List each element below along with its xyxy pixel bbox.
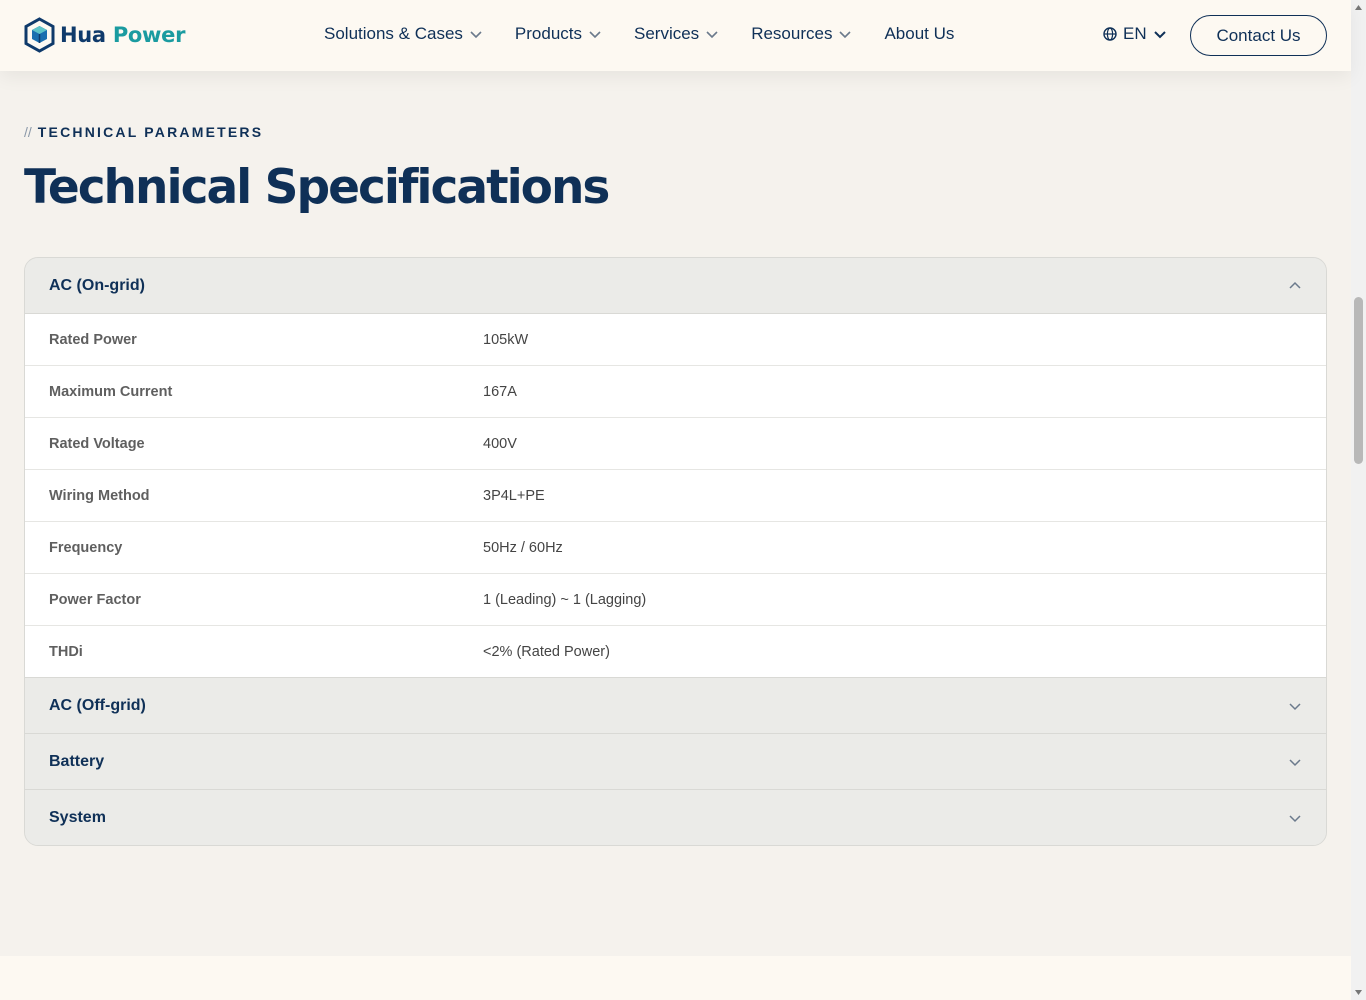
brand-logo[interactable]: Hua Power bbox=[23, 17, 185, 53]
chevron-down-icon bbox=[470, 31, 482, 39]
spec-value: <2% (Rated Power) bbox=[483, 643, 610, 660]
specs-accordion: AC (On-grid) Rated Power 105kW Maximum C… bbox=[24, 257, 1327, 846]
spec-row: Wiring Method 3P4L+PE bbox=[25, 470, 1326, 522]
spec-label: Rated Voltage bbox=[49, 435, 145, 452]
spec-value: 105kW bbox=[483, 331, 529, 348]
accordion-header-ac-on-grid[interactable]: AC (On-grid) bbox=[25, 258, 1326, 314]
accordion-title: Battery bbox=[49, 752, 105, 770]
accordion-title: AC (Off-grid) bbox=[49, 696, 146, 714]
hexagon-cube-logo-icon bbox=[24, 17, 55, 53]
eyebrow-text: TECHNICAL PARAMETERS bbox=[37, 124, 264, 140]
site-header: Hua Power Solutions & Cases Products Ser… bbox=[0, 0, 1351, 71]
section-eyebrow: // TECHNICAL PARAMETERS bbox=[24, 124, 263, 140]
spec-row: Power Factor 1 (Leading) ~ 1 (Lagging) bbox=[25, 574, 1326, 626]
chevron-down-icon bbox=[706, 31, 718, 39]
scroll-up-arrow-icon[interactable] bbox=[1354, 4, 1363, 12]
spec-value: 1 (Leading) ~ 1 (Lagging) bbox=[483, 591, 647, 608]
spec-value: 50Hz / 60Hz bbox=[483, 539, 563, 556]
spec-label: Wiring Method bbox=[49, 487, 150, 504]
spec-value: 167A bbox=[483, 383, 517, 400]
accordion-header-ac-off-grid[interactable]: AC (Off-grid) bbox=[25, 678, 1326, 734]
chevron-down-icon bbox=[1289, 702, 1301, 710]
chevron-up-icon bbox=[1289, 281, 1301, 289]
spec-label: Power Factor bbox=[49, 591, 141, 608]
spec-row: Rated Voltage 400V bbox=[25, 418, 1326, 470]
accordion-header-system[interactable]: System bbox=[25, 790, 1326, 845]
scroll-thumb[interactable] bbox=[1354, 297, 1363, 464]
spec-value: 3P4L+PE bbox=[483, 487, 545, 504]
spec-row: Rated Power 105kW bbox=[25, 314, 1326, 366]
main-nav: Solutions & Cases Products Services Reso… bbox=[324, 24, 986, 44]
chevron-down-icon bbox=[589, 31, 601, 39]
nav-products[interactable]: Products bbox=[515, 24, 602, 44]
spec-label: Maximum Current bbox=[49, 383, 173, 400]
spec-row: Maximum Current 167A bbox=[25, 366, 1326, 418]
chevron-down-icon bbox=[839, 31, 852, 39]
chevron-down-icon bbox=[1289, 814, 1301, 822]
spec-row: THDi <2% (Rated Power) bbox=[25, 626, 1326, 678]
scroll-down-arrow-icon[interactable] bbox=[1354, 988, 1363, 996]
spec-label: Frequency bbox=[49, 539, 123, 556]
chevron-down-icon bbox=[1153, 31, 1166, 39]
spec-value: 400V bbox=[483, 435, 517, 452]
nav-solutions-cases[interactable]: Solutions & Cases bbox=[324, 24, 483, 44]
chevron-down-icon bbox=[1289, 758, 1301, 766]
contact-us-button[interactable]: Contact Us bbox=[1190, 15, 1327, 56]
spec-row: Frequency 50Hz / 60Hz bbox=[25, 522, 1326, 574]
page-scrollbar[interactable] bbox=[1351, 0, 1366, 1000]
accordion-body-ac-on-grid: Rated Power 105kW Maximum Current 167A R… bbox=[25, 314, 1326, 678]
nav-resources[interactable]: Resources bbox=[751, 24, 852, 44]
eyebrow-prefix: // bbox=[24, 124, 32, 140]
spec-label: Rated Power bbox=[49, 331, 137, 348]
nav-services[interactable]: Services bbox=[634, 24, 719, 44]
globe-icon bbox=[1103, 27, 1117, 41]
nav-about-us[interactable]: About Us bbox=[884, 24, 954, 44]
next-section-band bbox=[0, 956, 1351, 1000]
accordion-title: AC (On-grid) bbox=[49, 276, 145, 294]
accordion-title: System bbox=[49, 808, 106, 826]
brand-name: Hua Power bbox=[60, 23, 186, 47]
language-selector[interactable]: EN bbox=[1103, 24, 1167, 44]
language-label: EN bbox=[1123, 24, 1147, 43]
accordion-header-battery[interactable]: Battery bbox=[25, 734, 1326, 790]
page-title: Technical Specifications bbox=[24, 160, 610, 215]
spec-label: THDi bbox=[49, 643, 83, 660]
